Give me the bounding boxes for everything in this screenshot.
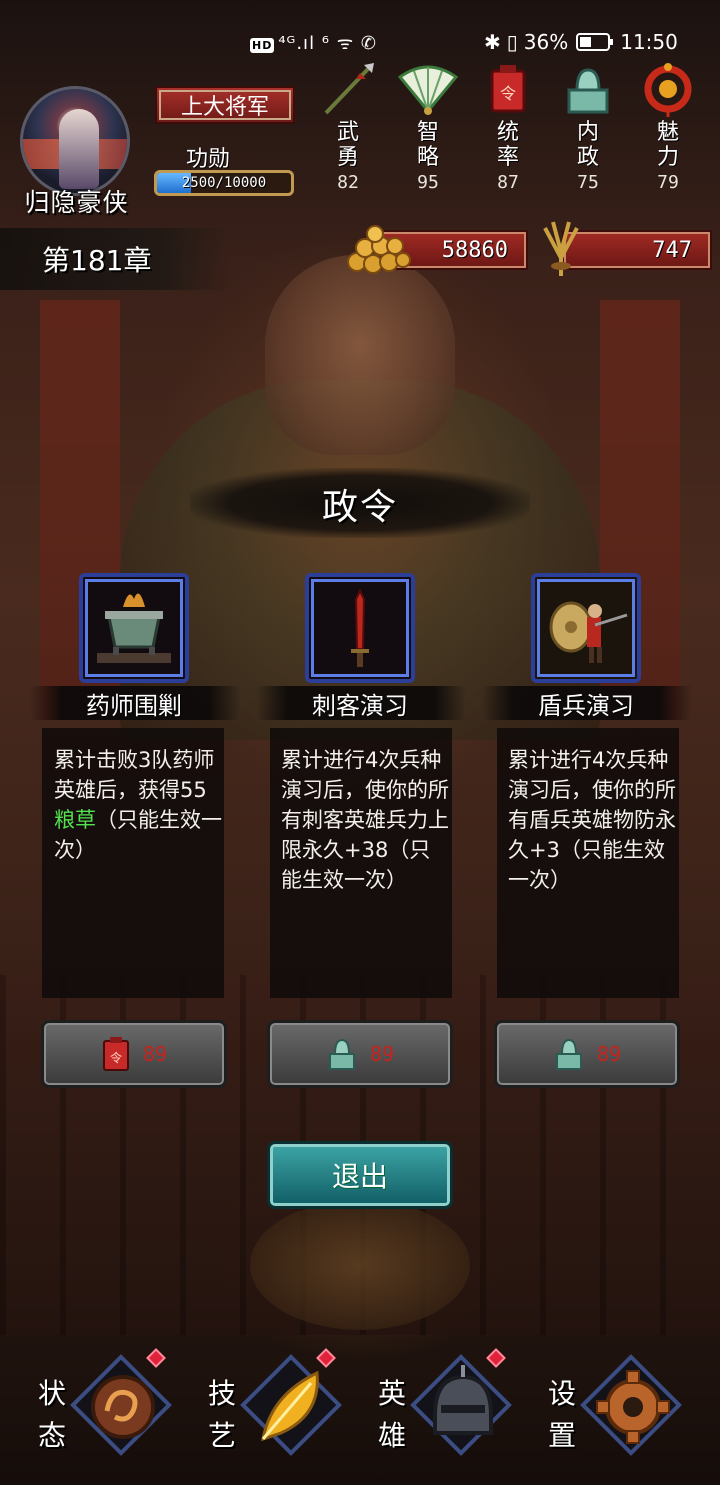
attribute-zhilue[interactable]: 智略 95: [398, 60, 458, 193]
coins-value: 58860: [441, 237, 508, 263]
decree-cost-button-3[interactable]: 89: [494, 1020, 680, 1088]
spear-icon: [318, 60, 378, 118]
battery-percent: 36%: [523, 30, 569, 54]
attribute-value: 82: [337, 172, 359, 193]
decree-card-icon-1[interactable]: [79, 573, 189, 683]
decree-card-name-1: 药师围剿: [86, 692, 182, 720]
attribute-value: 95: [417, 172, 439, 193]
attribute-tongshuai[interactable]: 令 统率 87: [478, 60, 538, 193]
command-token-icon: 令: [102, 1037, 129, 1071]
cost-value: 89: [596, 1042, 622, 1066]
jade-seal-icon: [328, 1038, 355, 1070]
shield-soldier-icon: [535, 577, 637, 679]
red-charm-icon: [638, 60, 698, 118]
nav-heroes[interactable]: 英雄: [356, 1348, 526, 1475]
vibrate-icon: ▯: [506, 30, 518, 54]
signal-icons: ⁴ᴳ.ıl ⁶ ᯤ ✆: [278, 33, 377, 54]
decree-card-desc-2: 累计进行4次兵种演习后，使你的所有刺客英雄兵力上限永久+38（只能生效一次）: [281, 748, 449, 892]
svg-text:令: 令: [500, 84, 516, 103]
jade-seal-icon: [558, 60, 618, 118]
decree-card-name-2: 刺客演习: [312, 692, 408, 720]
battery-icon: [576, 33, 614, 51]
jade-seal-icon: [555, 1038, 582, 1070]
svg-text:令: 令: [110, 1050, 122, 1065]
cost-value: 89: [142, 1042, 168, 1066]
decree-card-icon-2[interactable]: [305, 573, 415, 683]
decree-title: 政令: [321, 487, 398, 528]
nav-label: 设置: [548, 1377, 577, 1452]
gear-icon: [596, 1370, 670, 1444]
highlight-text: 粮草: [54, 808, 96, 832]
fan-icon: [398, 60, 458, 118]
golden-leaf-icon: [261, 1370, 319, 1442]
nav-skills[interactable]: 技艺: [186, 1348, 356, 1475]
nav-label: 状态: [38, 1377, 67, 1452]
attribute-name: 内政: [576, 120, 599, 170]
merit-progress-text: 2500/10000: [181, 175, 267, 191]
attribute-value: 75: [577, 172, 599, 193]
grain-icon: [533, 218, 589, 282]
background-emperor-head: [265, 255, 455, 455]
attribute-meili[interactable]: 魅力 79: [638, 60, 698, 193]
decree-cost-button-1[interactable]: 令 89: [41, 1020, 227, 1088]
attribute-name: 武勇: [336, 120, 359, 170]
cauldron-icon: [83, 577, 185, 679]
command-token-icon: 令: [478, 60, 538, 118]
status-right: ✱ ▯ 36% 11:50: [484, 30, 678, 54]
attribute-name: 统率: [496, 120, 519, 170]
exit-button[interactable]: 退出: [267, 1141, 453, 1209]
dragon-medallion-icon: [91, 1375, 155, 1439]
clock: 11:50: [620, 30, 678, 54]
nav-label: 技艺: [208, 1377, 237, 1452]
bluetooth-icon: ✱: [484, 30, 501, 54]
decree-card-icon-3[interactable]: [531, 573, 641, 683]
decree-cost-button-2[interactable]: 89: [267, 1020, 453, 1088]
attribute-value: 87: [497, 172, 519, 193]
status-left: HD ⁴ᴳ.ıl ⁶ ᯤ ✆: [250, 31, 377, 55]
nav-label: 英雄: [378, 1377, 407, 1452]
grain-value: 747: [652, 237, 692, 263]
merit-label: 功勋: [186, 147, 231, 172]
decree-card-desc-3: 累计进行4次兵种演习后，使你的所有盾兵英雄物防永久+3（只能生效一次）: [508, 748, 676, 892]
attribute-value: 79: [657, 172, 679, 193]
chapter-label: 第181章: [0, 228, 230, 290]
attribute-wuyong[interactable]: 武勇 82: [318, 60, 378, 193]
dagger-icon: [309, 577, 411, 679]
rank-badge: 上大将军: [155, 86, 295, 124]
attribute-name: 智略: [416, 120, 439, 170]
merit-progress-bar: 2500/10000: [154, 170, 294, 196]
background-ornament: [250, 1200, 470, 1330]
decree-card-desc-1: 累计击败3队药师英雄后，获得55粮草（只能生效一次）: [54, 748, 222, 862]
decree-card-name-3: 盾兵演习: [538, 692, 634, 720]
attribute-name: 魅力: [656, 120, 679, 170]
hd-icon: HD: [250, 38, 275, 53]
coins-icon: [345, 222, 411, 282]
player-name: 归隐豪侠: [24, 188, 129, 217]
helmet-icon: [433, 1365, 493, 1435]
nav-status[interactable]: 状态: [16, 1348, 186, 1475]
player-avatar[interactable]: [20, 86, 130, 196]
cost-value: 89: [369, 1042, 395, 1066]
nav-settings[interactable]: 设置: [526, 1354, 696, 1475]
attribute-neizheng[interactable]: 内政 75: [558, 60, 618, 193]
